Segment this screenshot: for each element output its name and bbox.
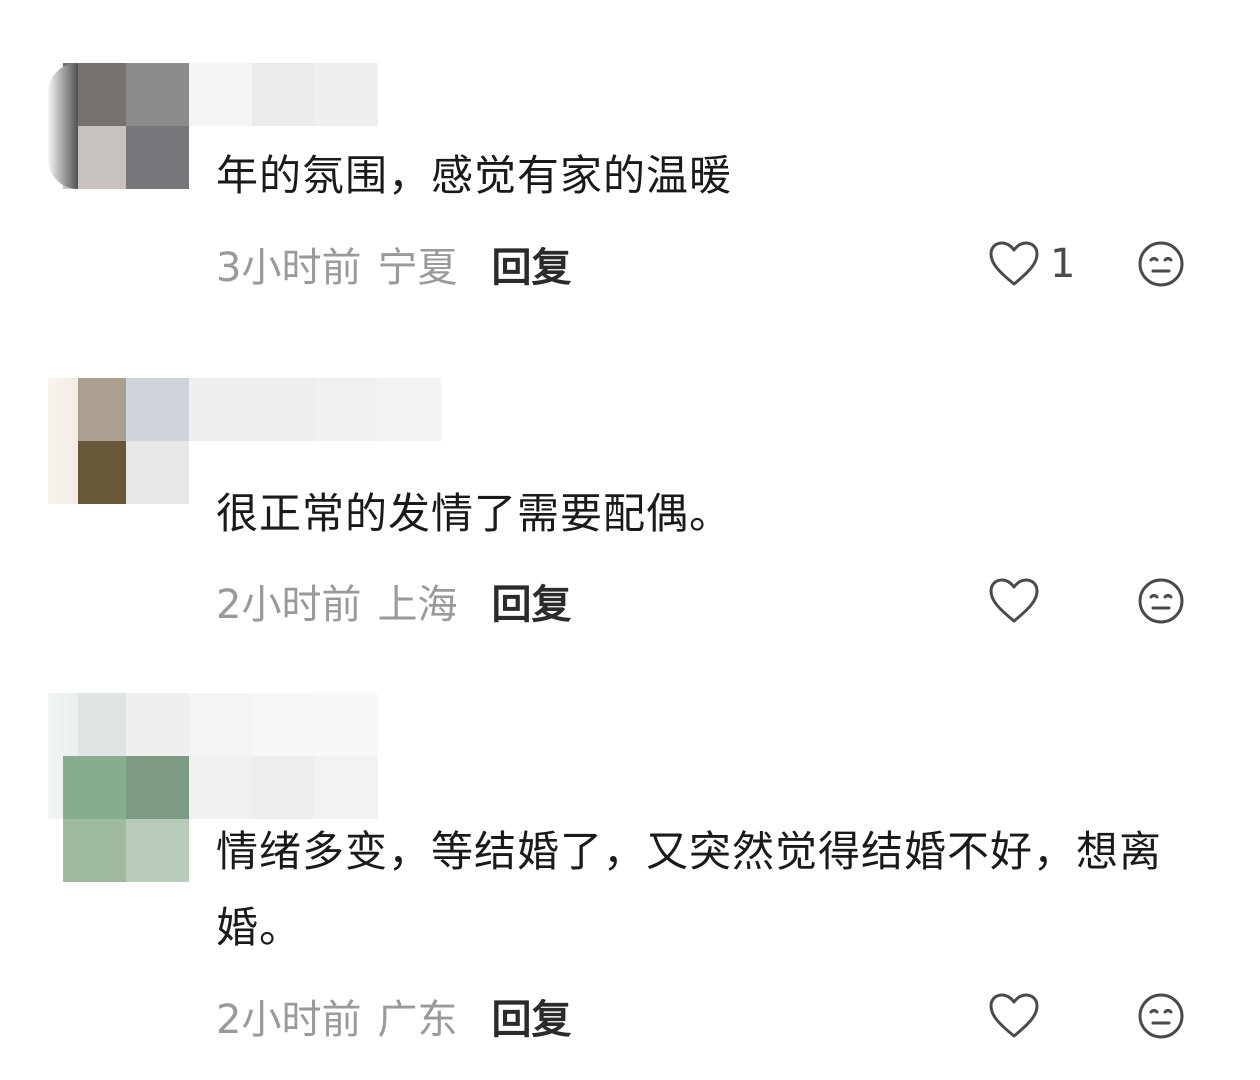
comment-item: 情绪多变，等结婚了，又突然觉得结婚不好，想离婚。 2小时前 广东 回复 [0,0,1260,1080]
comment-meta: 2小时前 广东 回复 [216,988,571,1044]
neutral-face-icon [1138,993,1184,1039]
reply-button[interactable]: 回复 [491,987,571,1045]
comment-text: 情绪多变，等结婚了，又突然觉得结婚不好，想离婚。 [216,827,1163,952]
avatar-lower [63,756,189,882]
heart-outline-icon [989,993,1039,1038]
emoji-reaction-button[interactable] [1136,991,1186,1041]
username-blurred[interactable] [189,693,378,819]
comment-time: 2小时前 [216,997,362,1043]
comment-region: 广东 [377,997,458,1043]
like-button[interactable] [988,988,1050,1044]
